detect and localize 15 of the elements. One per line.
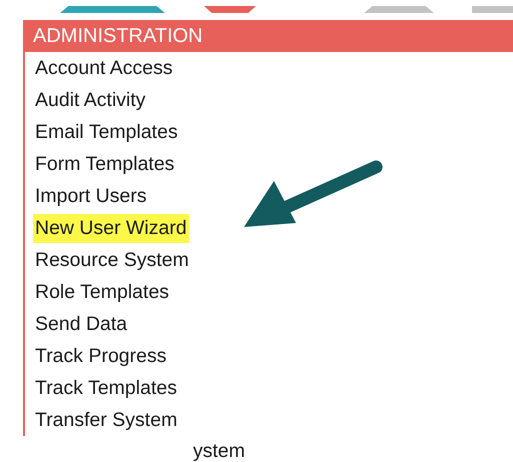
- menu-item[interactable]: Account Access: [33, 54, 175, 82]
- menu-item[interactable]: Role Templates: [33, 278, 172, 306]
- menu-item[interactable]: Audit Activity: [33, 86, 148, 114]
- menu-item[interactable]: Track Progress: [33, 342, 168, 370]
- menu-item[interactable]: Track Templates: [33, 374, 179, 402]
- menu-item[interactable]: Email Templates: [33, 118, 180, 146]
- menu-item[interactable]: Form Templates: [33, 150, 176, 178]
- menu-item[interactable]: Transfer System: [33, 406, 180, 434]
- menu-item[interactable]: New User Wizard: [33, 214, 189, 242]
- menu-item[interactable]: Import Users: [33, 182, 149, 210]
- cut-text: ystem: [193, 440, 246, 462]
- menu-header: ADMINISTRATION: [23, 20, 513, 52]
- tab-edge[interactable]: [204, 6, 256, 13]
- menu-item[interactable]: Send Data: [33, 310, 130, 338]
- menu-item[interactable]: Resource System: [33, 246, 191, 274]
